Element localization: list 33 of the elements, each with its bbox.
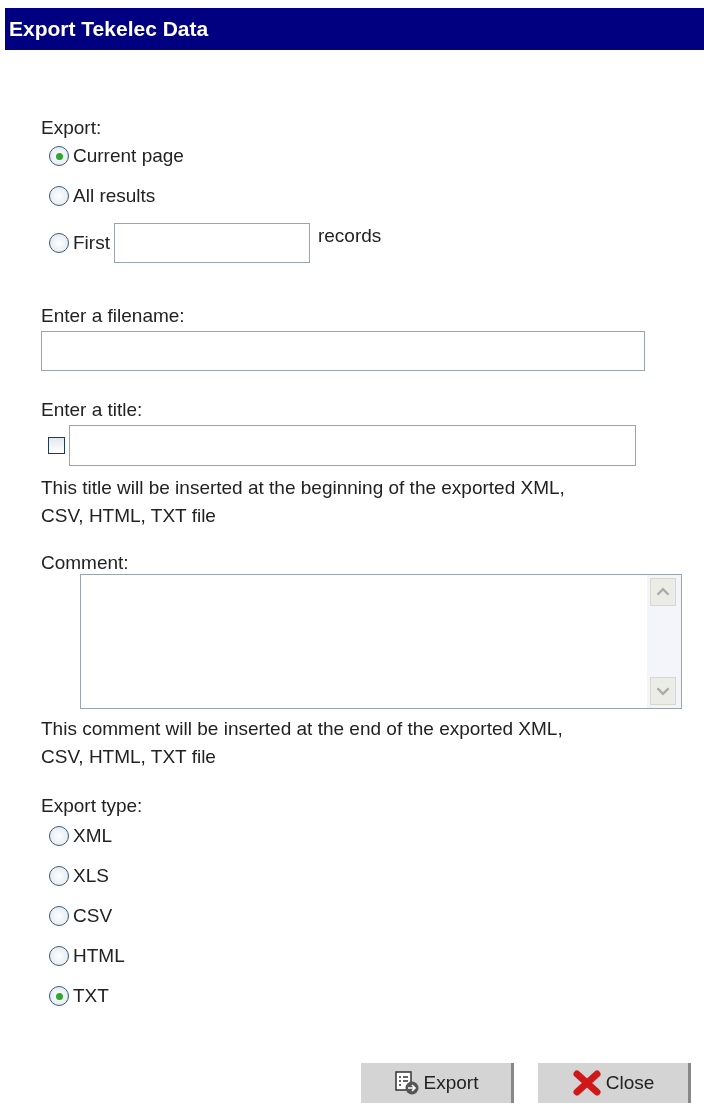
export-icon [393, 1070, 420, 1096]
window-title: Export Tekelec Data [5, 8, 704, 50]
radio-button[interactable] [49, 866, 69, 886]
filename-label: Enter a filename: [41, 305, 186, 327]
option-label: XML [73, 824, 113, 848]
radio-button[interactable] [49, 146, 69, 166]
option-label: XLS [73, 864, 109, 888]
export-button[interactable]: Export [361, 1063, 514, 1103]
radio-button[interactable] [49, 186, 69, 206]
option-label: CSV [73, 904, 113, 928]
close-icon [571, 1069, 602, 1097]
comment-label: Comment: [41, 552, 130, 574]
option-label: HTML [73, 944, 125, 968]
radio-button[interactable] [49, 233, 69, 253]
radio-button[interactable] [49, 826, 69, 846]
option-label: TXT [73, 984, 109, 1008]
comment-help-text: This comment will be inserted at the end of the exported XML, CSV, HTML, TXT file [41, 717, 564, 769]
option-label: First [73, 231, 110, 255]
option-label: All results [73, 184, 156, 208]
title-help-text: This title will be inserted at the beginning of the exported XML, CSV, HTML, TXT file [41, 476, 566, 528]
title-checkbox[interactable] [48, 437, 65, 454]
close-button[interactable]: Close [538, 1063, 691, 1103]
title-field[interactable] [69, 425, 636, 466]
export-type-label: Export type: [41, 795, 144, 817]
radio-button[interactable] [49, 906, 69, 926]
records-field[interactable] [113, 223, 310, 263]
option-label: Current page [73, 144, 184, 168]
radio-button[interactable] [49, 986, 69, 1006]
title-label: Enter a title: [41, 399, 144, 421]
export-label: Export: [41, 117, 103, 139]
radio-button[interactable] [49, 946, 69, 966]
records-label: records [317, 224, 382, 248]
filename-field[interactable] [41, 331, 645, 371]
